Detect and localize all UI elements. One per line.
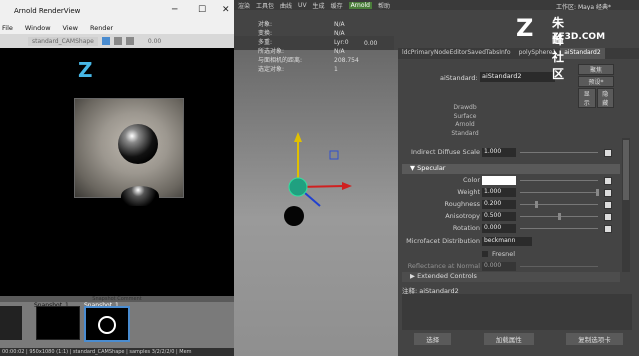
region-icon[interactable] <box>101 37 110 45</box>
camera-dropdown[interactable]: standard_CAMShape <box>28 36 98 46</box>
window-title: Arnold RenderView <box>14 7 81 15</box>
specular-color-slider[interactable] <box>520 180 598 181</box>
presets-button[interactable]: 预设* <box>578 76 614 87</box>
ae-scrollbar-thumb[interactable] <box>623 140 629 200</box>
minimize-icon[interactable]: ─ <box>172 5 177 15</box>
hud-row: 对象: N/A <box>258 21 345 28</box>
attr-row-roughness: Roughness 0.200 <box>402 200 620 210</box>
attr-row-reflectance: Reflectance at Normal 0.000 <box>402 262 620 272</box>
menu-arnold[interactable]: Arnold <box>348 1 372 9</box>
maximize-icon[interactable]: ☐ <box>198 5 206 15</box>
node-name-field[interactable]: aiStandard2 <box>480 72 555 82</box>
weight-knob[interactable] <box>596 189 599 196</box>
attr-row-color: Color <box>402 176 620 186</box>
anisotropy-knob[interactable] <box>558 213 561 220</box>
indirect-diffuse-field[interactable]: 1.000 <box>482 148 516 157</box>
watermark-url: ZF3D.COM <box>552 32 606 42</box>
snapshot-sphere-icon <box>98 316 116 334</box>
anisotropy-map-button[interactable] <box>604 213 612 221</box>
load-attributes-button[interactable]: 加载属性 <box>483 333 534 345</box>
weight-map-button[interactable] <box>604 189 612 197</box>
x-axis-arrow <box>342 182 352 190</box>
microfacet-dropdown[interactable]: beckmann <box>482 237 532 246</box>
anisotropy-slider[interactable] <box>520 213 598 220</box>
weight-field[interactable]: 1.000 <box>482 188 516 197</box>
rotation-field[interactable]: 0.000 <box>482 224 516 233</box>
watermark-chinese: 朱峰社区 <box>552 16 565 81</box>
refresh-icon[interactable] <box>113 37 122 45</box>
reflectance-field[interactable]: 0.000 <box>482 262 516 271</box>
roughness-knob[interactable] <box>535 201 538 208</box>
ae-scroll-area[interactable]: Indirect Diffuse Scale 1.000 Color Weigh… <box>402 138 620 272</box>
viewport-scene <box>284 132 352 226</box>
specular-section-header[interactable]: ▼ Specular <box>402 164 620 174</box>
menu-render[interactable]: 渲染 <box>238 1 250 10</box>
black-sphere <box>284 206 304 226</box>
tab-node-editor[interactable]: ldcPrimaryNodeEditorSavedTabsInfo <box>398 48 515 59</box>
reflectance-slider[interactable] <box>520 266 598 267</box>
ae-tabs: ldcPrimaryNodeEditorSavedTabsInfo polySp… <box>398 48 639 59</box>
attr-row-anisotropy: Anisotropy 0.500 <box>402 212 620 222</box>
snapshot-thumb[interactable] <box>0 306 22 340</box>
anisotropy-field[interactable]: 0.500 <box>482 212 516 221</box>
snapshot-thumb-selected[interactable] <box>84 306 130 342</box>
ae-bottom-buttons: 选择 加载属性 复制选项卡 <box>398 333 639 345</box>
focus-button[interactable]: 聚焦 <box>578 64 614 75</box>
select-button[interactable]: 选择 <box>414 333 452 345</box>
rendered-sphere <box>118 124 158 164</box>
z-logo-icon: Z <box>78 58 93 82</box>
menu-cache[interactable]: 缓存 <box>331 1 343 10</box>
fresnel-checkbox[interactable] <box>482 251 488 257</box>
snapshot-thumb[interactable] <box>36 306 80 340</box>
exposure-readout: 0.00 <box>147 37 162 45</box>
arnold-toolbar: standard_CAMShape 0.00 <box>0 34 234 48</box>
menu-view[interactable]: View <box>63 24 78 32</box>
node-type-label: aiStandard: <box>440 74 478 82</box>
copy-tab-button[interactable]: 复制选项卡 <box>566 333 623 345</box>
menu-toolkit[interactable]: 工具包 <box>256 1 274 10</box>
menu-generate[interactable]: 生成 <box>313 1 325 10</box>
show-button[interactable]: 显示 <box>578 88 596 108</box>
menu-file[interactable]: File <box>2 24 13 32</box>
rotation-slider[interactable] <box>520 228 598 229</box>
menu-render[interactable]: Render <box>90 24 113 32</box>
material-classification: Drawdb Surface Arnold Standard <box>451 104 479 137</box>
y-axis-arrow <box>294 132 302 142</box>
roughness-field[interactable]: 0.200 <box>482 200 516 209</box>
rotation-map-button[interactable] <box>604 225 612 233</box>
hide-button[interactable]: 隐藏 <box>596 88 614 108</box>
attr-row-weight: Weight 1.000 <box>402 188 620 198</box>
indirect-diffuse-slider[interactable] <box>520 152 598 153</box>
roughness-map-button[interactable] <box>604 201 612 209</box>
indirect-diffuse-map-button[interactable] <box>604 149 612 157</box>
menu-help[interactable]: 帮助 <box>378 1 390 10</box>
sphere-wireframe <box>288 177 308 197</box>
rendered-sphere-reflection <box>121 186 159 206</box>
weight-slider[interactable] <box>520 189 599 196</box>
hud-row: 多重: Lyr:0 <box>258 39 349 46</box>
channel-icon[interactable] <box>125 37 134 45</box>
plane-handle <box>329 150 339 160</box>
tab-aistandard[interactable]: aiStandard2 <box>560 48 605 59</box>
ae-side-buttons: 聚焦 预设* 显示 隐藏 <box>578 64 614 109</box>
arnold-menubar: File Window View Render <box>0 22 234 34</box>
extended-controls-header[interactable]: ▶ Extended Controls <box>402 272 620 282</box>
attr-row-indirect-diffuse: Indirect Diffuse Scale 1.000 <box>402 148 620 158</box>
arnold-titlebar[interactable]: Arnold RenderView ─ ☐ ✕ <box>0 0 234 22</box>
specular-color-map-button[interactable] <box>604 177 612 185</box>
viewport-readout: 0.00 <box>364 39 378 47</box>
menu-curves[interactable]: 曲线 <box>280 1 292 10</box>
close-icon[interactable]: ✕ <box>222 5 230 15</box>
attr-row-microfacet: Microfacet Distribution beckmann <box>402 237 620 247</box>
menu-window[interactable]: Window <box>25 24 51 32</box>
roughness-slider[interactable] <box>520 201 598 208</box>
arnold-status-bar: 00:00:02 | 950x1080 (1:1) | standard_CAM… <box>0 348 234 356</box>
menu-uv[interactable]: UV <box>298 2 307 9</box>
attr-row-fresnel: Fresnel <box>402 250 620 260</box>
hud-row: 变换: N/A <box>258 30 345 37</box>
notes-textarea[interactable] <box>402 294 632 330</box>
attr-row-rotation: Rotation 0.000 <box>402 224 620 234</box>
specular-color-swatch[interactable] <box>482 176 516 185</box>
watermark-glyph: Z <box>516 14 534 42</box>
